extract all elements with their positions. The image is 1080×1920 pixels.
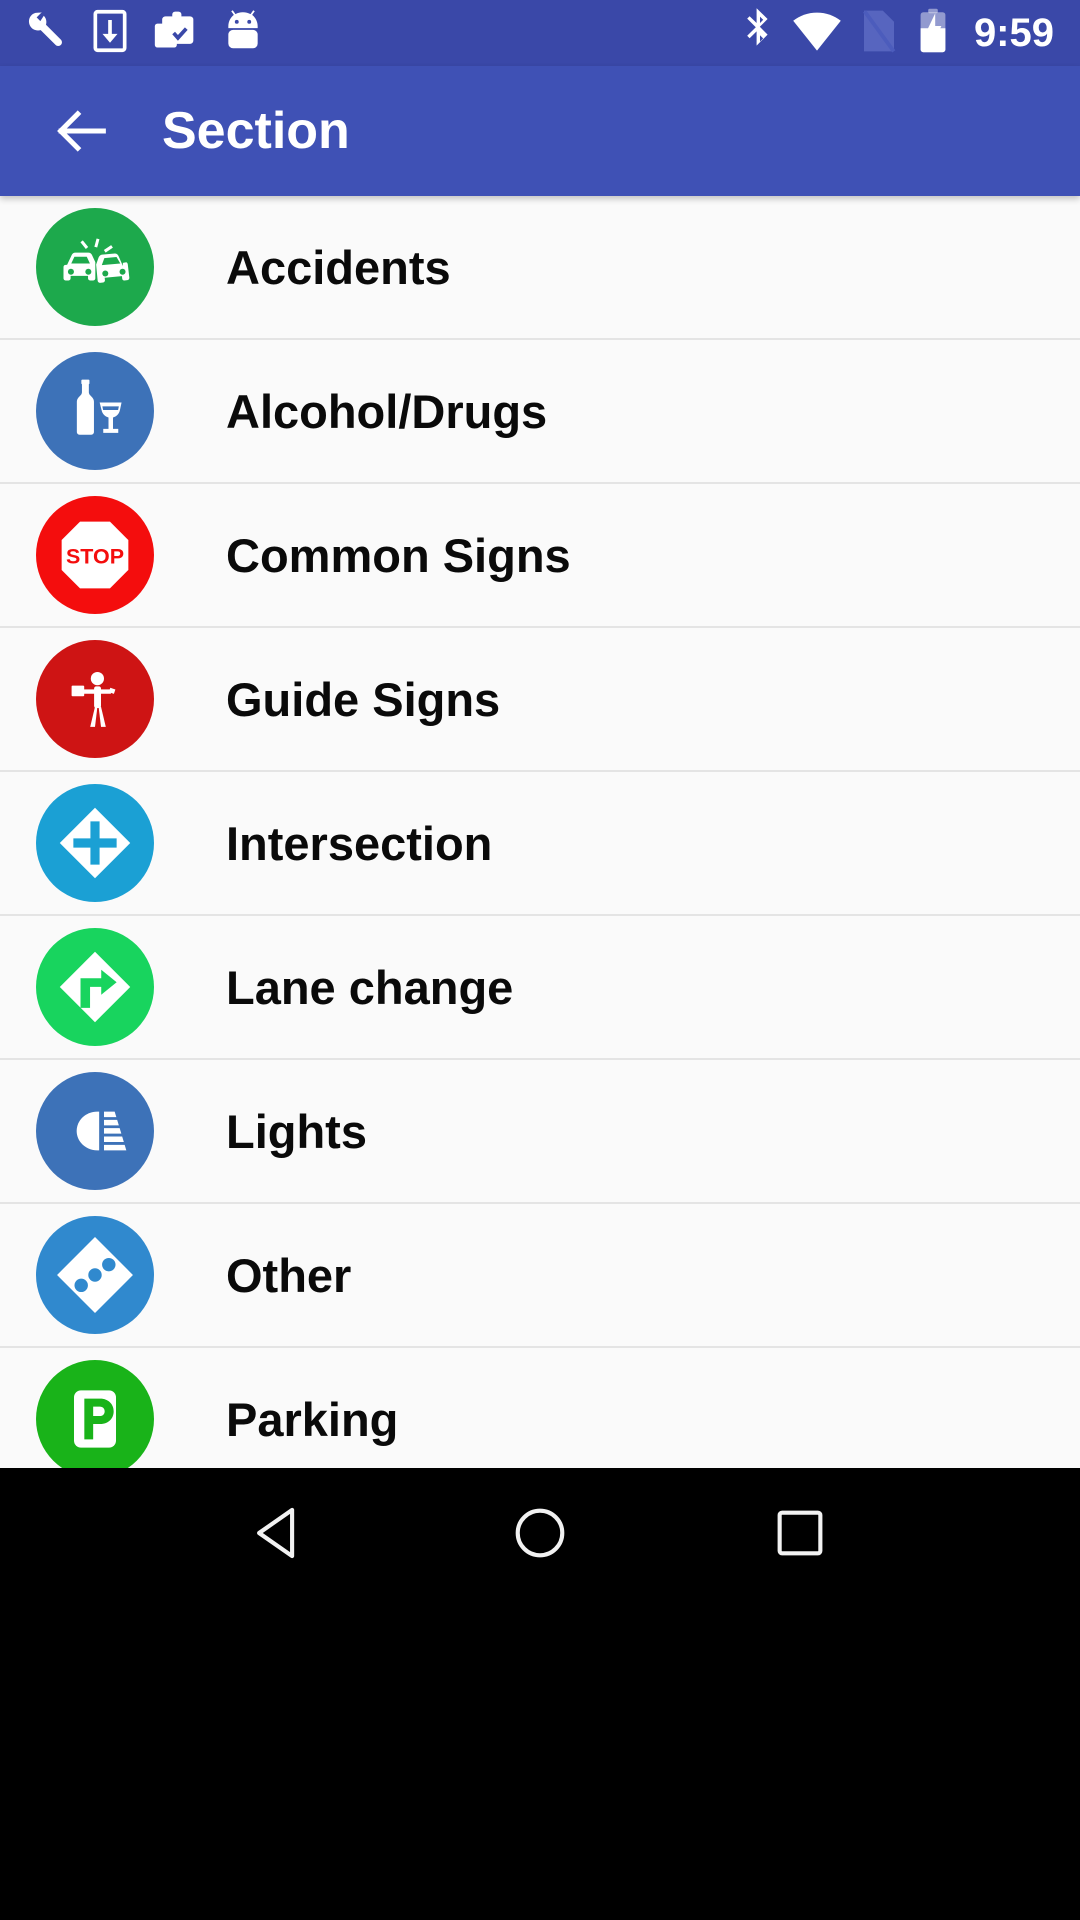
bluetooth-icon xyxy=(740,7,774,60)
bottle-glass-icon xyxy=(76,379,122,435)
dots-diamond-icon xyxy=(57,1237,133,1313)
phone-download-icon xyxy=(90,9,130,58)
list-item-label: Lights xyxy=(226,1104,367,1158)
parking-badge xyxy=(36,1360,154,1468)
status-bar-right-icons: 9:59 xyxy=(740,7,1054,60)
list-item-label: Lane change xyxy=(226,960,514,1014)
lights-badge xyxy=(36,1072,154,1190)
back-button[interactable] xyxy=(34,83,130,179)
list-item-label: Other xyxy=(226,1248,352,1302)
list-item-common-signs[interactable]: STOP Common Signs xyxy=(0,484,1080,628)
section-list[interactable]: Accidents Alcohol/Drugs STOP Common Sign… xyxy=(0,196,1080,1468)
list-item-label: Parking xyxy=(226,1392,399,1446)
list-item-label: Guide Signs xyxy=(226,672,501,726)
list-item-accidents[interactable]: Accidents xyxy=(0,196,1080,340)
list-item-lane-change[interactable]: Lane change xyxy=(0,916,1080,1060)
status-bar: 9:59 xyxy=(0,0,1080,66)
list-item-lights[interactable]: Lights xyxy=(0,1060,1080,1204)
list-item-alcohol-drugs[interactable]: Alcohol/Drugs xyxy=(0,340,1080,484)
status-bar-clock: 9:59 xyxy=(973,11,1054,55)
parking-p-icon xyxy=(74,1390,116,1448)
wifi-icon xyxy=(792,7,842,60)
turn-right-diamond-icon xyxy=(59,951,131,1023)
page-title: Section xyxy=(162,102,350,160)
nav-home-button[interactable] xyxy=(480,1473,600,1593)
stop-sign-text: STOP xyxy=(66,544,124,568)
list-item-parking[interactable]: Parking xyxy=(0,1348,1080,1468)
wrench-icon xyxy=(24,9,68,58)
list-item-intersection[interactable]: Intersection xyxy=(0,772,1080,916)
list-item-label: Alcohol/Drugs xyxy=(226,384,548,438)
arrow-left-icon xyxy=(57,110,106,152)
list-item-label: Intersection xyxy=(226,816,493,870)
list-item-label: Common Signs xyxy=(226,528,571,582)
android-navigation-bar xyxy=(0,1468,1080,1920)
app-bar: Section xyxy=(0,66,1080,196)
square-recents-icon xyxy=(777,1510,823,1556)
nav-back-button[interactable] xyxy=(220,1473,340,1593)
guide-signs-badge xyxy=(36,640,154,758)
clipboard-check-icon xyxy=(152,9,198,58)
list-item-label: Accidents xyxy=(226,240,451,294)
circle-home-icon xyxy=(515,1508,565,1558)
no-sim-icon xyxy=(860,7,898,60)
headlight-icon xyxy=(76,1111,127,1151)
nav-recents-button[interactable] xyxy=(740,1473,860,1593)
android-robot-icon xyxy=(220,9,266,58)
battery-charging-icon xyxy=(916,7,950,60)
alcohol-drugs-badge xyxy=(36,352,154,470)
list-item-guide-signs[interactable]: Guide Signs xyxy=(0,628,1080,772)
other-badge xyxy=(36,1216,154,1334)
list-item-other[interactable]: Other xyxy=(0,1204,1080,1348)
flagger-person-icon xyxy=(71,672,116,727)
phone-screen: 9:59 Section Accidents Alcohol/Drugs STO… xyxy=(0,0,1080,1920)
crossroad-diamond-icon xyxy=(59,807,131,879)
status-bar-left-icons xyxy=(24,9,266,58)
triangle-back-icon xyxy=(257,1507,295,1559)
stop-sign-icon: STOP xyxy=(61,521,129,589)
intersection-badge xyxy=(36,784,154,902)
lane-change-badge xyxy=(36,928,154,1046)
common-signs-badge: STOP xyxy=(36,496,154,614)
accidents-badge xyxy=(36,208,154,326)
car-crash-icon xyxy=(63,238,130,283)
